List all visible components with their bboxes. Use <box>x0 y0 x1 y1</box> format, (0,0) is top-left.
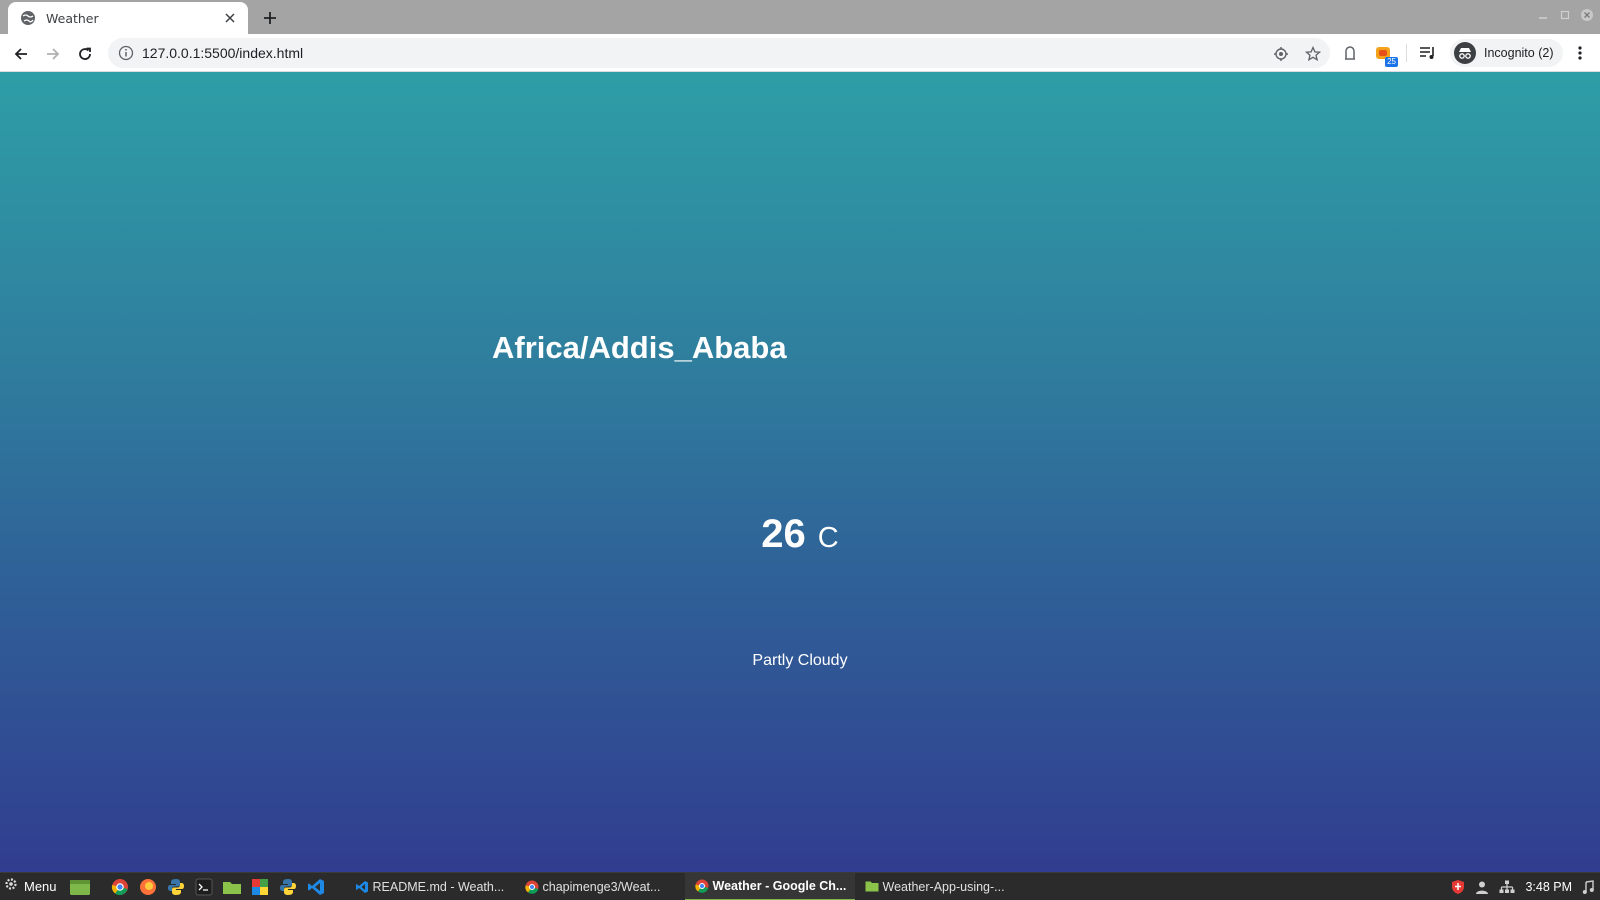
star-icon[interactable] <box>1304 45 1322 63</box>
extension-badge: 25 <box>1385 57 1398 67</box>
python-icon[interactable] <box>165 876 187 898</box>
folder-icon <box>865 880 879 894</box>
tab-strip: Weather <box>0 0 1600 34</box>
info-icon[interactable] <box>118 45 134 61</box>
browser-toolbar: 127.0.0.1:5500/index.html 25 Incognito (… <box>0 34 1600 72</box>
quick-launchers <box>69 876 327 898</box>
network-icon[interactable] <box>1499 880 1515 894</box>
temperature-unit: C <box>817 522 839 554</box>
back-button[interactable] <box>8 41 34 67</box>
window-list: README.md - Weath... chapimenge3/Weat...… <box>345 872 1025 900</box>
close-tab-icon[interactable] <box>222 10 238 26</box>
gear-icon <box>4 877 18 896</box>
music-note-icon[interactable] <box>1582 880 1594 894</box>
location-title: Africa/Addis_Ababa <box>492 330 787 365</box>
clock[interactable]: 3:48 PM <box>1525 880 1572 894</box>
temperature-display: 26 C <box>0 512 1600 557</box>
new-tab-button[interactable] <box>258 6 282 30</box>
incognito-profile-button[interactable]: Incognito (2) <box>1450 39 1564 67</box>
firefox-icon[interactable] <box>137 876 159 898</box>
taskbar-window-label: chapimenge3/Weat... <box>542 879 661 894</box>
forward-button[interactable] <box>40 41 66 67</box>
vscode-icon <box>355 880 369 894</box>
folder-icon[interactable] <box>221 876 243 898</box>
window-controls <box>1536 8 1594 22</box>
taskbar-window-label: Weather - Google Ch... <box>712 878 847 893</box>
start-menu-button[interactable]: Menu <box>0 873 65 900</box>
password-key-icon[interactable] <box>1340 43 1360 63</box>
maximize-icon[interactable] <box>1558 8 1572 22</box>
taskbar-window-readme[interactable]: README.md - Weath... <box>345 873 515 900</box>
profile-label: Incognito (2) <box>1484 46 1554 60</box>
taskbar-window-github[interactable]: chapimenge3/Weat... <box>515 873 685 900</box>
chrome-icon[interactable] <box>109 876 131 898</box>
user-icon[interactable] <box>1475 880 1489 894</box>
globe-icon <box>20 10 36 26</box>
temperature-value: 26 <box>761 512 806 556</box>
taskbar-window-label: Weather-App-using-... <box>882 879 1005 894</box>
chrome-icon <box>524 880 539 894</box>
location-icon[interactable] <box>1272 45 1290 63</box>
taskbar-window-folder[interactable]: Weather-App-using-... <box>855 873 1025 900</box>
menu-label: Menu <box>24 879 57 894</box>
files-icon[interactable] <box>69 876 91 898</box>
extension-icon[interactable]: 25 <box>1374 43 1398 67</box>
taskbar-window-label: README.md - Weath... <box>372 879 505 894</box>
terminal-icon[interactable] <box>193 876 215 898</box>
more-menu-icon[interactable] <box>1570 43 1590 63</box>
media-queue-icon[interactable] <box>1418 43 1438 63</box>
taskbar-window-weather[interactable]: Weather - Google Ch... <box>684 872 855 900</box>
incognito-icon <box>1454 42 1476 64</box>
reload-button[interactable] <box>72 41 98 67</box>
close-window-icon[interactable] <box>1580 8 1594 22</box>
url-text: 127.0.0.1:5500/index.html <box>142 45 304 61</box>
system-tray: 3:48 PM <box>1451 873 1594 900</box>
address-bar[interactable]: 127.0.0.1:5500/index.html <box>108 38 1330 68</box>
toolbar-divider <box>1406 44 1407 62</box>
taskbar: Menu README.md - Weath... chapimenge3/We… <box>0 872 1600 900</box>
minimize-icon[interactable] <box>1536 8 1550 22</box>
tab-title: Weather <box>46 10 99 26</box>
shield-icon[interactable] <box>1451 879 1465 895</box>
python-icon[interactable] <box>277 876 299 898</box>
tab-weather[interactable]: Weather <box>8 2 248 34</box>
chrome-icon <box>694 879 709 893</box>
vscode-icon[interactable] <box>305 876 327 898</box>
office-icon[interactable] <box>249 876 271 898</box>
page-viewport: Africa/Addis_Ababa 26 C Partly Cloudy <box>0 72 1600 872</box>
weather-description: Partly Cloudy <box>752 652 848 669</box>
